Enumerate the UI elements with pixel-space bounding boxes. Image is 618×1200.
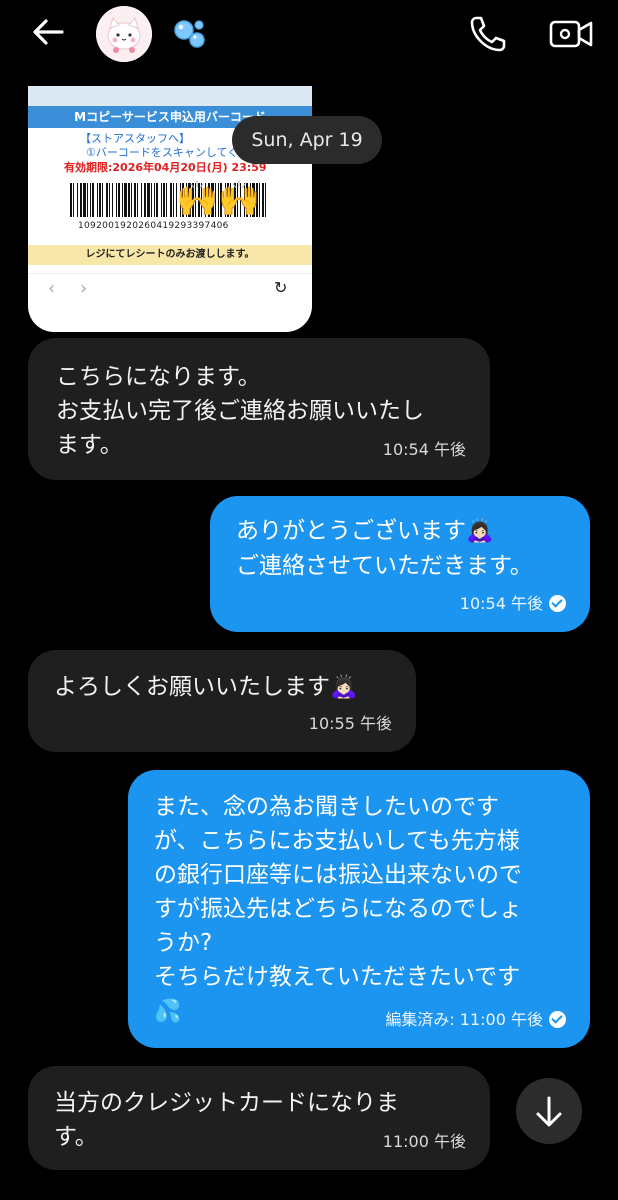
barcode-bar [147, 183, 150, 217]
barcode-bar [144, 183, 146, 217]
message-time: 10:55 午後 [308, 714, 392, 733]
barcode-bar [70, 183, 72, 217]
barcode-bar [122, 183, 123, 217]
cat-avatar-icon [96, 6, 152, 62]
barcode-bar [170, 183, 172, 217]
reload-icon: ↻ [274, 278, 288, 297]
sweat-droplets-emoji: 💦 [154, 999, 182, 1024]
raised-hands-emoji: 🙌🙌 [176, 179, 261, 219]
barcode-number: 1092001920260419293397406 [78, 221, 229, 231]
video-camera-icon[interactable] [546, 12, 596, 56]
barcode-bar [128, 183, 130, 217]
barcode-bar [166, 183, 167, 217]
message-line: すが振込先はどちらになるのでしょ [154, 896, 522, 922]
message-line: お支払い完了後ご連絡お願いいたし [56, 398, 424, 424]
barcode-bar [106, 183, 108, 217]
barcode-bar [112, 183, 113, 217]
message-line: が、こちらにお支払いしても先方様 [154, 828, 520, 854]
barcode-bar [116, 183, 117, 217]
message-line: うか? [154, 930, 213, 956]
scroll-to-bottom-button[interactable] [516, 1078, 582, 1144]
chevron-left-icon: ‹ [48, 278, 56, 299]
barcode-bar [131, 183, 132, 217]
barcode-bar [109, 183, 110, 217]
barcode-bar [141, 183, 142, 217]
message-line: また、念の為お聞きしたいのです [154, 794, 499, 820]
barcode-bar [154, 183, 155, 217]
date-separator: Sun, Apr 19 [232, 116, 382, 164]
barcode-bar [77, 183, 78, 217]
message-line: こちらになります。 [56, 364, 261, 390]
barcode-bar [137, 183, 138, 217]
message-time: 10:54 午後 [382, 440, 466, 459]
message-bubble-outgoing[interactable]: ありがとうございます🙇🏻‍♀️ ご連絡させていただきます。 10:54 午後 [210, 496, 590, 632]
barcode-bar [102, 183, 103, 217]
bowing-woman-emoji: 🙇🏻‍♀️ [466, 519, 494, 544]
message-bubble-incoming[interactable]: 当方のクレジットカードになりま す。 11:00 午後 [28, 1066, 490, 1170]
read-check-icon [549, 1011, 566, 1028]
barcode-bar [87, 183, 88, 217]
barcode-bar [163, 183, 165, 217]
barcode-bar [151, 183, 152, 217]
message-line: の銀行口座等には振込出来ないので [154, 862, 522, 888]
phone-icon[interactable] [466, 12, 510, 56]
chat-header [0, 0, 618, 70]
barcode-bar [99, 183, 101, 217]
message-time: 11:00 午後 [382, 1132, 466, 1151]
barcode-bar [156, 183, 158, 217]
message-line: よろしくお願いいたします [54, 674, 330, 700]
message-time: 10:54 午後 [459, 594, 543, 613]
barcode-bar [173, 183, 174, 217]
barcode-bar [124, 183, 127, 217]
avatar[interactable] [96, 6, 152, 62]
message-line: そちらだけ教えていただきたいです [154, 964, 521, 990]
message-bubble-incoming[interactable]: こちらになります。 お支払い完了後ご連絡お願いいたし ます。 10:54 午後 [28, 338, 490, 480]
message-bubble-incoming[interactable]: よろしくお願いいたします🙇🏻‍♀️ 10:55 午後 [28, 650, 416, 752]
barcode-bar [134, 183, 136, 217]
chevron-right-icon: › [80, 278, 88, 299]
barcode-bar [73, 183, 74, 217]
barcode-bar [90, 183, 91, 217]
message-line: ご連絡させていただきます。 [236, 553, 533, 579]
soap-bubbles-icon [174, 20, 205, 48]
phone-status-strip [28, 86, 312, 106]
receipt-note: レジにてレシートのみお渡しします。 [28, 245, 312, 265]
arrow-down-icon [536, 1096, 562, 1127]
browser-nav-bar: ‹ › ↻ [28, 273, 312, 303]
message-line: ありがとうございます [236, 518, 466, 544]
barcode-bar [83, 183, 86, 217]
barcode-bar [80, 183, 82, 217]
arrow-left-icon[interactable] [28, 12, 68, 52]
barcode-bar [118, 183, 120, 217]
message-time: 編集済み: 11:00 午後 [385, 1010, 543, 1029]
barcode-bar [97, 183, 98, 217]
bowing-woman-emoji: 🙇🏻‍♀️ [330, 675, 358, 700]
message-line: 当方のクレジットカードになりま [54, 1090, 399, 1116]
barcode-bar [92, 183, 94, 217]
read-check-icon [549, 595, 566, 612]
message-bubble-outgoing[interactable]: また、念の為お聞きしたいのです が、こちらにお支払いしても先方様 の銀行口座等に… [128, 770, 590, 1048]
barcode-bar [161, 183, 162, 217]
